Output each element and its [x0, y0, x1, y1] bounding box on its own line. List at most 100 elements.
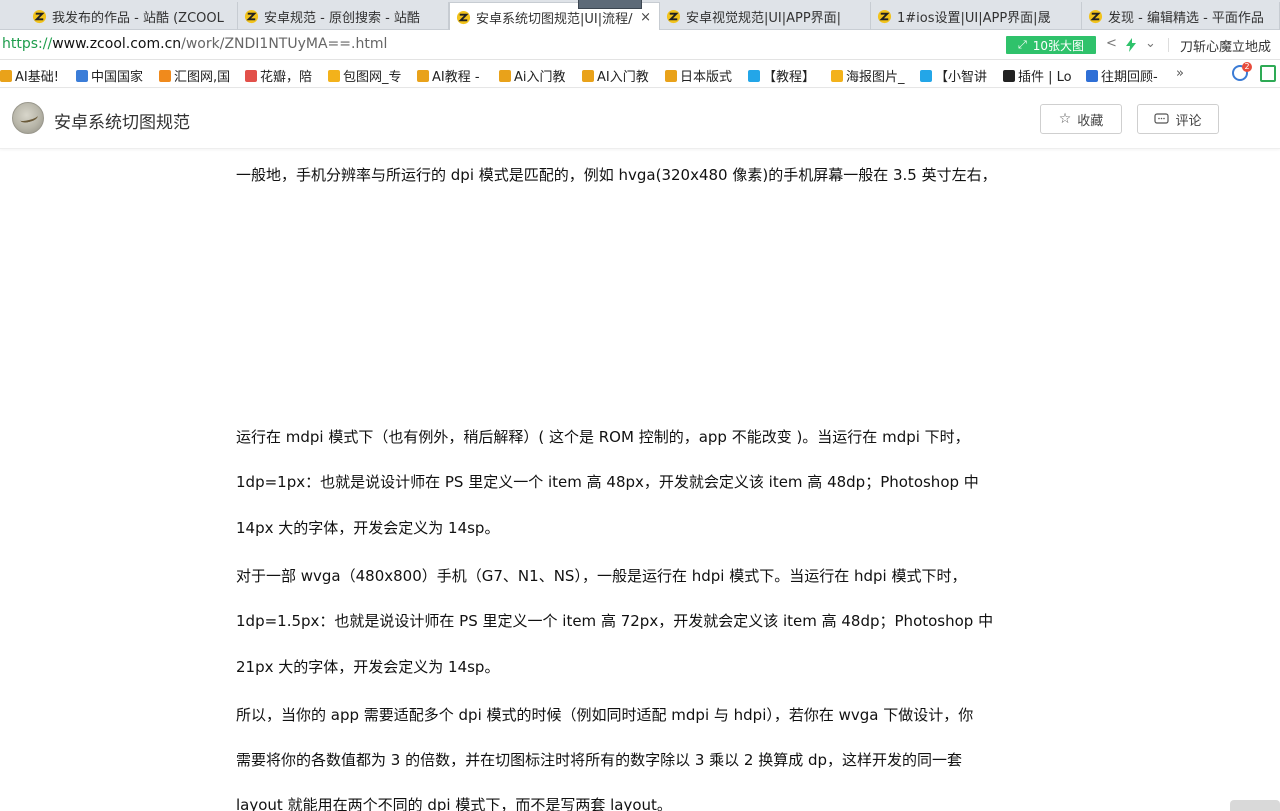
tab-title: 安卓视觉规范|UI|APP界面|: [686, 10, 842, 26]
bookmark-favicon-icon: [748, 69, 760, 82]
zcool-favicon-icon: [244, 9, 259, 23]
comment-label: 评论: [1175, 113, 1202, 129]
tab-drag-indicator: [578, 0, 642, 9]
bookmark-label: 【小智讲: [935, 70, 988, 85]
bookmark-label: Ai入门教: [514, 70, 566, 85]
zcool-favicon-icon: [666, 9, 681, 23]
bookmark-favicon-icon: [582, 69, 594, 82]
tab-my-works[interactable]: 我发布的作品 - 站酷 (ZCOOL: [26, 2, 238, 30]
search-box-text[interactable]: 刀斩心魔立地成: [1180, 36, 1271, 55]
tab-title: 发现 - 编辑精选 - 平面作品: [1108, 10, 1264, 26]
article-paragraph: 需要将你的各数值都为 3 的倍数，并在切图标注时将所有的数字除以 3 乘以 2 …: [236, 751, 963, 769]
bookmark-label: 中国国家: [91, 70, 144, 85]
bookmark-item[interactable]: 花瓣，陪: [245, 66, 312, 85]
bookmark-item[interactable]: 汇图网,国: [159, 66, 230, 85]
bookmark-favicon-icon: [831, 69, 843, 82]
url-scheme: https://: [2, 36, 53, 52]
tab-title: 安卓系统切图规范|UI|流程/: [476, 11, 633, 27]
bookmark-item[interactable]: AI入门教: [582, 66, 649, 85]
url-field[interactable]: https://www.zcool.com.cn/work/ZNDI1NTUyM…: [2, 36, 387, 52]
tab-android-visual[interactable]: 安卓视觉规范|UI|APP界面|: [660, 2, 871, 30]
star-icon: ☆: [1058, 111, 1072, 127]
bookmark-label: AI教程 -: [432, 70, 480, 85]
article-paragraph: 14px 大的字体，开发会定义为 14sp。: [236, 519, 500, 537]
tab-title: 安卓规范 - 原创搜索 - 站酷: [264, 10, 420, 26]
bookmark-label: 插件 | Lo: [1018, 70, 1072, 85]
bookmark-favicon-icon: [76, 69, 88, 82]
browser-tab-bar: 我发布的作品 - 站酷 (ZCOOL 安卓规范 - 原创搜索 - 站酷 安卓系统…: [0, 0, 1280, 31]
address-divider: [1168, 38, 1169, 52]
article-paragraph: 对于一部 wvga（480x800）手机（G7、N1、NS），一般是运行在 hd…: [236, 567, 967, 585]
tab-ios-settings[interactable]: 1#ios设置|UI|APP界面|晟: [871, 2, 1082, 30]
zcool-favicon-icon: [1088, 9, 1103, 23]
bookmark-label: 往期回顾-: [1101, 70, 1158, 85]
article-paragraph: 所以，当你的 app 需要适配多个 dpi 模式的时候（例如同时适配 mdpi …: [236, 706, 974, 724]
lightning-icon[interactable]: [1125, 38, 1137, 52]
bookmark-item[interactable]: 【小智讲: [920, 66, 987, 85]
comment-icon: [1154, 112, 1170, 124]
bookmark-favicon-icon: [920, 69, 932, 82]
bookmark-item[interactable]: AI教程 -: [417, 66, 480, 85]
bookmark-favicon-icon: [1086, 69, 1098, 82]
bookmark-label: AI基础!: [15, 70, 59, 85]
tab-discover[interactable]: 发现 - 编辑精选 - 平面作品: [1082, 2, 1280, 30]
scrollbar-thumb[interactable]: [1230, 800, 1280, 811]
bookmark-item[interactable]: 插件 | Lo: [1003, 66, 1072, 85]
notification-icon[interactable]: 2: [1232, 62, 1252, 81]
article-body: 一般地，手机分辨率与所运行的 dpi 模式是匹配的，例如 hvga(320x48…: [0, 150, 1280, 811]
bookmarks-bar: AI基础! 中国国家 汇图网,国 花瓣，陪 包图网_专 AI教程 - Ai入门教…: [0, 61, 1280, 88]
bookmark-item[interactable]: 日本版式: [665, 66, 732, 85]
bookmark-favicon-icon: [245, 69, 257, 82]
favorite-button[interactable]: ☆ 收藏: [1040, 104, 1122, 134]
bookmark-item[interactable]: 往期回顾-: [1086, 66, 1158, 85]
bookmark-item[interactable]: Ai入门教: [499, 66, 566, 85]
avatar[interactable]: [12, 102, 44, 134]
bookmark-item[interactable]: 海报图片_: [831, 66, 905, 85]
spreadsheet-icon[interactable]: [1260, 65, 1276, 82]
bookmark-favicon-icon: [159, 69, 171, 82]
bookmark-favicon-icon: [665, 69, 677, 82]
bookmark-favicon-icon: [328, 69, 340, 82]
zcool-favicon-icon: [456, 10, 471, 24]
bookmark-label: 汇图网,国: [174, 70, 231, 85]
bookmark-label: 海报图片_: [846, 70, 905, 85]
article-paragraph: 运行在 mdpi 模式下（也有例外，稍后解释）( 这个是 ROM 控制的，app…: [236, 428, 970, 446]
bookmark-favicon-icon: [499, 69, 511, 82]
expand-icon: ⤢: [1017, 38, 1027, 51]
bookmark-favicon-icon: [417, 69, 429, 82]
bookmark-favicon-icon: [1003, 69, 1015, 82]
bookmark-item[interactable]: 包图网_专: [328, 66, 402, 85]
article-paragraph: 1dp=1px：也就是说设计师在 PS 里定义一个 item 高 48px，开发…: [236, 473, 979, 491]
bookmarks-overflow-icon[interactable]: »: [1176, 66, 1184, 81]
bookmark-favicon-icon: [0, 69, 12, 82]
page-title: 安卓系统切图规范: [54, 113, 190, 133]
tab-close-icon[interactable]: ×: [640, 10, 651, 25]
chevron-down-icon[interactable]: ⌄: [1145, 36, 1156, 51]
avatar-signature-icon: [19, 111, 39, 125]
url-path: /work/ZNDI1NTUyMA==.html: [181, 36, 388, 52]
bookmark-label: 包图网_专: [343, 70, 402, 85]
big-image-label: 10张大图: [1032, 38, 1085, 53]
zcool-favicon-icon: [32, 9, 47, 23]
bookmark-item[interactable]: 【教程】: [748, 66, 815, 85]
bookmark-label: 花瓣，陪: [260, 70, 313, 85]
url-host: www.zcool.com.cn: [52, 36, 182, 52]
zcool-favicon-icon: [877, 9, 892, 23]
address-bar[interactable]: https://www.zcool.com.cn/work/ZNDI1NTUyM…: [0, 30, 1280, 60]
article-paragraph: 21px 大的字体，开发会定义为 14sp。: [236, 658, 500, 676]
article-paragraph: 一般地，手机分辨率与所运行的 dpi 模式是匹配的，例如 hvga(320x48…: [236, 166, 997, 184]
bookmark-label: AI入门教: [597, 70, 649, 85]
favorite-label: 收藏: [1077, 113, 1104, 129]
article-paragraph: 1dp=1.5px：也就是说设计师在 PS 里定义一个 item 高 72px，…: [236, 612, 994, 630]
tab-title: 我发布的作品 - 站酷 (ZCOOL: [52, 10, 224, 26]
bookmark-item[interactable]: AI基础!: [0, 66, 59, 85]
comment-button[interactable]: 评论: [1137, 104, 1219, 134]
big-image-button[interactable]: ⤢ 10张大图: [1006, 36, 1096, 54]
work-header: 安卓系统切图规范 ☆ 收藏 评论: [0, 89, 1280, 149]
tab-android-search[interactable]: 安卓规范 - 原创搜索 - 站酷: [238, 2, 449, 30]
share-icon[interactable]: <: [1106, 36, 1117, 51]
bookmark-label: 日本版式: [680, 70, 733, 85]
notification-count: 2: [1242, 62, 1252, 72]
tab-title: 1#ios设置|UI|APP界面|晟: [897, 10, 1051, 26]
bookmark-item[interactable]: 中国国家: [76, 66, 143, 85]
